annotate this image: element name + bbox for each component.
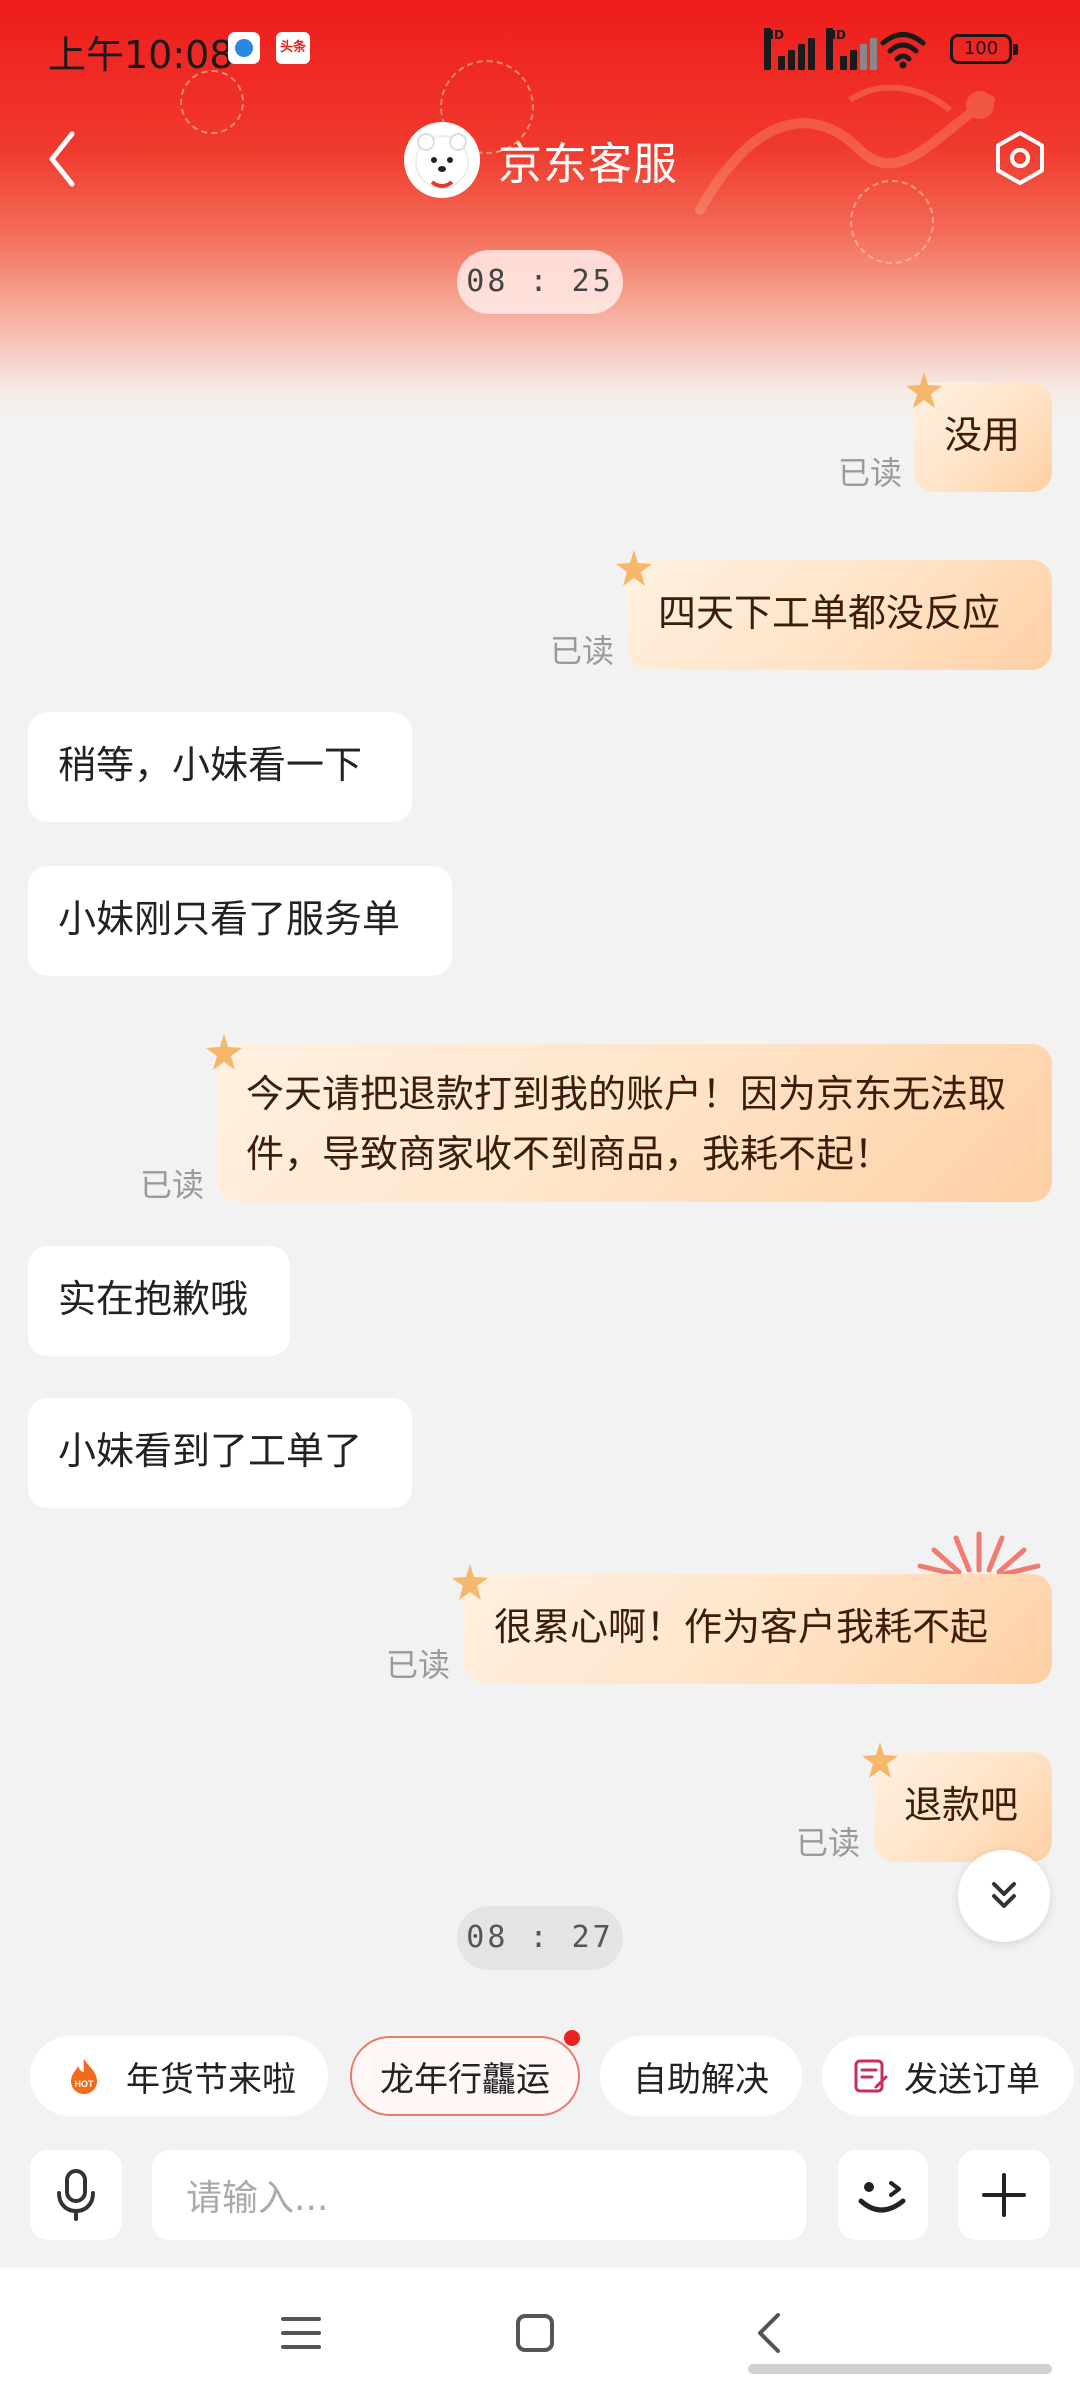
wink-face-icon <box>858 2181 906 2213</box>
star-decoration-icon <box>206 1034 242 1070</box>
signal-icon: HD <box>826 28 882 70</box>
gesture-handle <box>748 2364 1052 2374</box>
wifi-icon <box>880 32 926 69</box>
plus-icon <box>982 2173 1026 2217</box>
scroll-to-bottom-button[interactable] <box>958 1850 1050 1942</box>
read-receipt: 已读 <box>550 632 615 670</box>
message-bubble-incoming[interactable]: 小妹看到了工单了 <box>28 1398 412 1508</box>
chip-label: 发送订单 <box>904 2059 1040 2100</box>
toutiao-notification-icon: 头条 <box>276 32 310 64</box>
read-receipt: 已读 <box>796 1824 861 1862</box>
back-triangle-icon <box>758 2313 780 2353</box>
quick-action-chip[interactable]: 自助解决 <box>600 2036 802 2116</box>
double-chevron-down-icon <box>992 1882 1016 1908</box>
star-decoration-icon <box>862 1742 898 1778</box>
message-input[interactable]: 请输入... <box>152 2150 806 2240</box>
jd-mascot-avatar <box>404 122 480 198</box>
home-square-icon <box>516 2314 554 2352</box>
message-bubble-incoming[interactable]: 稍等，小妹看一下 <box>28 712 412 822</box>
message-bubble-incoming[interactable]: 实在抱歉哦 <box>28 1246 290 1356</box>
quick-action-chip[interactable]: HOT 年货节来啦 <box>30 2036 328 2116</box>
more-actions-button[interactable] <box>958 2150 1050 2240</box>
chevron-left-icon <box>49 131 75 187</box>
read-receipt: 已读 <box>140 1166 205 1204</box>
battery-icon: 100 <box>950 34 1018 64</box>
home-button[interactable] <box>500 2298 570 2368</box>
emoji-button[interactable] <box>838 2150 928 2240</box>
recent-apps-button[interactable] <box>266 2298 336 2368</box>
voice-input-button[interactable] <box>30 2150 122 2240</box>
chip-label: 年货节来啦 <box>126 2059 296 2100</box>
menu-icon <box>281 2317 321 2349</box>
chip-label: 龙年行龘运 <box>380 2059 550 2100</box>
quick-action-chip-highlighted[interactable]: 龙年行龘运 <box>350 2036 580 2116</box>
timestamp: 08 : 27 <box>457 1906 623 1970</box>
message-bubble-outgoing[interactable]: 很累心啊！作为客户我耗不起 <box>464 1574 1052 1684</box>
message-bubble-incoming[interactable]: 小妹刚只看了服务单 <box>28 866 452 976</box>
settings-hexagon-icon <box>996 131 1044 185</box>
status-bar: 上午10:08 头条 HD HD 100 <box>0 0 1080 100</box>
star-decoration-icon <box>452 1564 488 1600</box>
chat-title: 京东客服 <box>404 120 678 200</box>
microphone-icon <box>57 2169 95 2221</box>
svg-text:HOT: HOT <box>75 2079 95 2089</box>
message-bubble-outgoing[interactable]: 四天下工单都没反应 <box>628 560 1052 670</box>
star-decoration-icon <box>616 550 652 586</box>
read-receipt: 已读 <box>386 1646 451 1684</box>
page-title: 京东客服 <box>498 139 678 190</box>
timestamp: 08 : 25 <box>457 250 623 314</box>
quick-action-chip[interactable]: 发送订单 <box>822 2036 1074 2116</box>
message-bubble-outgoing[interactable]: 退款吧 <box>874 1752 1052 1862</box>
back-button[interactable] <box>40 124 84 194</box>
notification-dot <box>564 2030 580 2046</box>
message-bubble-outgoing[interactable]: 今天请把退款打到我的账户！因为京东无法取件，导致商家收不到商品，我耗不起！ <box>218 1044 1052 1202</box>
browser-notification-icon <box>228 32 260 64</box>
read-receipt: 已读 <box>838 454 903 492</box>
system-back-button[interactable] <box>734 2298 804 2368</box>
signal-icon: HD <box>764 28 820 70</box>
system-navigation-bar <box>0 2268 1080 2400</box>
hot-flame-icon: HOT <box>71 2059 97 2094</box>
chip-label: 自助解决 <box>633 2059 769 2100</box>
sparkle-decoration-icon <box>917 1531 1041 1576</box>
order-icon <box>854 2059 888 2093</box>
settings-button[interactable] <box>990 128 1050 188</box>
status-time: 上午10:08 <box>48 33 234 77</box>
star-decoration-icon <box>906 372 942 408</box>
